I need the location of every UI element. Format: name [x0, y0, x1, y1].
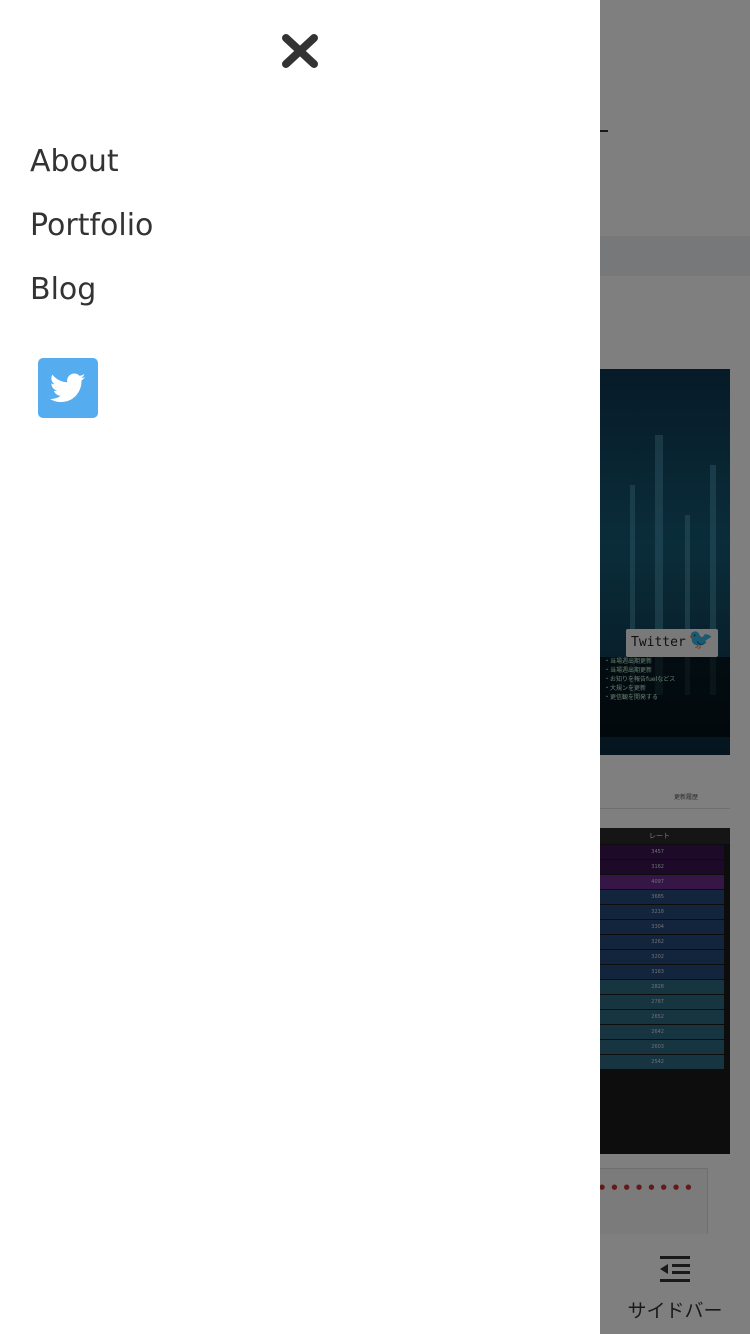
twitter-button[interactable] — [38, 358, 98, 418]
nav-link-blog[interactable]: Blog — [30, 272, 96, 307]
close-icon — [282, 34, 318, 68]
nav-link-about[interactable]: About — [30, 144, 119, 179]
drawer-nav: About Portfolio Blog — [30, 130, 153, 322]
twitter-icon — [50, 373, 86, 403]
close-button[interactable] — [276, 28, 324, 74]
nav-item-blog: Blog — [30, 258, 153, 322]
nav-link-portfolio[interactable]: Portfolio — [30, 208, 153, 243]
nav-item-about: About — [30, 130, 153, 194]
nav-item-portfolio: Portfolio — [30, 194, 153, 258]
drawer-menu: About Portfolio Blog — [0, 0, 600, 1334]
